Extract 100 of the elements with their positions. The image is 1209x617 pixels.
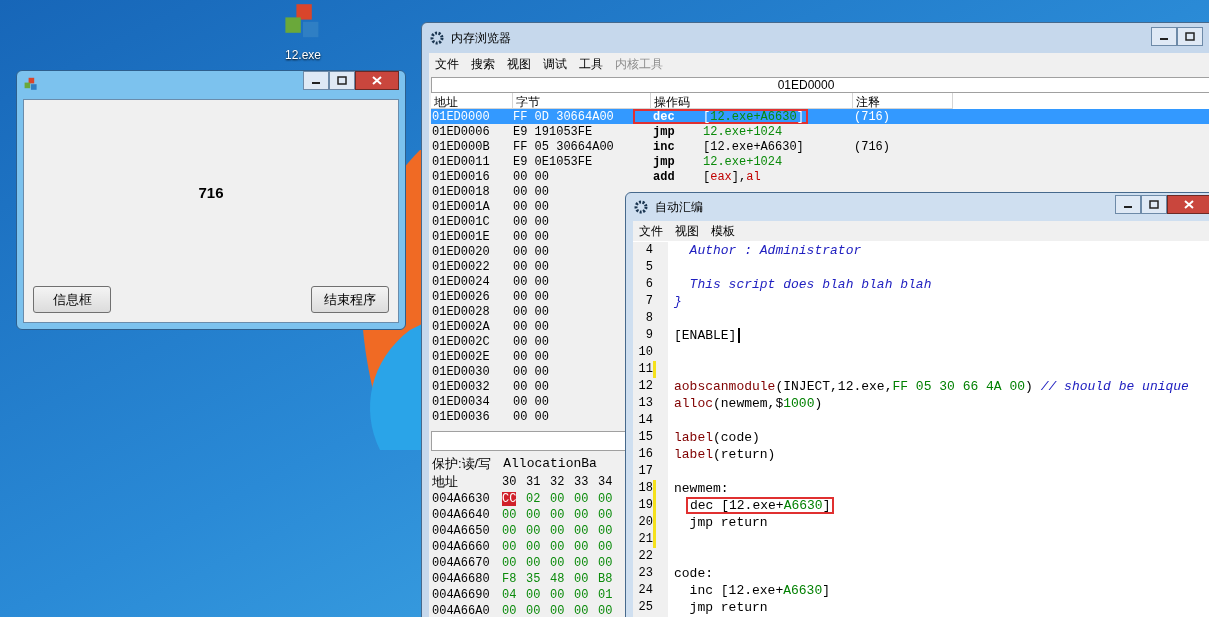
address-cell-text: 01ED0018: [431, 183, 491, 201]
maximize-icon: [1185, 32, 1195, 41]
code-line: label(code): [673, 429, 761, 446]
close-button[interactable]: [355, 71, 399, 90]
disassembly-row[interactable]: 01ED000B FF 05 30664A00 inc [12.exe+A6630] (716): [431, 139, 1209, 154]
bytes-cell-text: 00 00: [513, 258, 549, 276]
code-line: code:: [673, 565, 714, 582]
line-number: 17: [637, 463, 653, 480]
hex-address-cell-text: 004A6690: [432, 587, 491, 604]
line-number: 11: [637, 361, 653, 378]
disassembly-row[interactable]: 01ED0030 00 00: [431, 364, 549, 379]
disassembly-row[interactable]: 01ED001E 00 00: [431, 229, 549, 244]
hex-byte: 01: [598, 588, 613, 602]
dialog-button[interactable]: 信息框: [33, 286, 111, 313]
code-line: Author : Administrator: [688, 242, 863, 259]
desktop-icon-label[interactable]: 12.exe: [285, 46, 321, 64]
line-number: 24: [637, 582, 653, 599]
hex-byte: 00: [526, 508, 541, 522]
address-cell-text: 01ED002E: [431, 348, 491, 366]
disassembly-row[interactable]: 01ED0036 00 00: [431, 409, 549, 424]
hex-byte: 00: [550, 556, 565, 570]
hex-byte: 00: [526, 524, 541, 538]
maximize-button[interactable]: [329, 71, 355, 90]
line-number: 13: [637, 395, 653, 412]
hex-byte: 00: [574, 572, 589, 586]
disassembly-row[interactable]: 01ED0020 00 00: [431, 244, 549, 259]
code-line: jmp return: [688, 514, 769, 531]
protection-label: 保护:读/写: [432, 455, 492, 474]
hex-byte: 00: [574, 524, 589, 538]
close-button[interactable]: [1167, 195, 1209, 214]
hex-byte: 00: [502, 556, 517, 570]
disassembly-row[interactable]: 01ED0011 E9 0E1053FE jmp 12.exe+1024: [431, 154, 1209, 169]
minimize-button[interactable]: [1115, 195, 1141, 214]
disassembly-row[interactable]: 01ED0032 00 00: [431, 379, 549, 394]
disassembly-row[interactable]: 01ED001C 00 00: [431, 214, 549, 229]
code-line: This script does blah blah blah: [688, 276, 933, 293]
line-number: 12: [637, 378, 653, 395]
comment-cell-text: (716): [853, 108, 890, 126]
menu-item[interactable]: 文件: [435, 54, 459, 73]
maximize-button[interactable]: [1177, 27, 1203, 46]
disassembly-row[interactable]: 01ED0018 00 00: [431, 184, 549, 199]
disassembly-row[interactable]: 01ED0022 00 00: [431, 259, 549, 274]
minimize-button[interactable]: [1151, 27, 1177, 46]
hex-address-cell-text: 004A6650: [432, 523, 491, 540]
address-cell-text: 01ED002A: [431, 318, 491, 336]
maximize-button[interactable]: [1141, 195, 1167, 214]
address-cell-text: 01ED0032: [431, 378, 491, 396]
address-cell-text: 01ED0022: [431, 258, 491, 276]
line-number: 16: [637, 446, 653, 463]
dialog-button[interactable]: 结束程序: [311, 286, 389, 313]
menu-item[interactable]: 文件: [639, 222, 663, 240]
bytes-cell-text: FF 05 30664A00: [513, 138, 615, 156]
address-cell-text: 01ED0000: [431, 108, 491, 126]
menu-item[interactable]: 调试: [543, 54, 567, 73]
disassembly-row[interactable]: 01ED002E 00 00: [431, 349, 549, 364]
code-line: newmem:: [673, 480, 730, 497]
minimize-button[interactable]: [303, 71, 329, 90]
hex-byte: 00: [502, 524, 517, 538]
disassembly-row[interactable]: 01ED002A 00 00: [431, 319, 549, 334]
hex-byte: 00: [598, 556, 613, 570]
code-line: }: [673, 293, 683, 310]
hex-column-header: 33: [574, 474, 590, 491]
hex-byte: 00: [550, 604, 565, 617]
menu-item[interactable]: 视图: [675, 222, 699, 240]
address-cell-text: 01ED0036: [431, 408, 491, 426]
hex-byte: 00: [598, 492, 613, 506]
disassembly-row[interactable]: 01ED001A 00 00: [431, 199, 549, 214]
hex-byte: 00: [598, 524, 613, 538]
bytes-cell-text: 00 00: [513, 393, 549, 411]
hex-column-header: 32: [550, 474, 566, 491]
address-cell-text: 01ED0024: [431, 273, 491, 291]
input-field[interactable]: [431, 431, 626, 451]
hex-byte: 00: [574, 508, 589, 522]
line-number: 14: [637, 412, 653, 429]
disassembly-row[interactable]: 01ED0034 00 00: [431, 394, 549, 409]
hex-byte: 00: [502, 508, 517, 522]
line-number: 10: [637, 344, 653, 361]
disassembly-row[interactable]: 01ED0000 FF 0D 30664A00 dec [12.exe+A6630] (716): [431, 109, 1209, 124]
disassembly-row[interactable]: 01ED0026 00 00: [431, 289, 549, 304]
bytes-cell-text: 00 00: [513, 408, 549, 426]
disassembly-row[interactable]: 01ED0028 00 00: [431, 304, 549, 319]
hex-byte: 00: [526, 588, 541, 602]
hex-address-cell-text: 004A6640: [432, 507, 491, 524]
menu-item[interactable]: 模板: [711, 222, 735, 240]
menu-item[interactable]: 工具: [579, 54, 603, 73]
hex-byte: B8: [598, 572, 613, 586]
disassembly-row[interactable]: 01ED0024 00 00: [431, 274, 549, 289]
bytes-cell-text: 00 00: [513, 183, 549, 201]
disassembly-row[interactable]: 01ED0006 E9 191053FE jmp 12.exe+1024: [431, 124, 1209, 139]
hex-byte: 35: [526, 572, 541, 586]
hex-column-header: 31: [526, 474, 542, 491]
line-number: 6: [644, 276, 653, 293]
menu-item[interactable]: 搜索: [471, 54, 495, 73]
address-cell-text: 01ED0026: [431, 288, 491, 306]
hex-address-cell-text: 004A6630: [432, 491, 491, 508]
disassembly-row[interactable]: 01ED002C 00 00: [431, 334, 549, 349]
hex-address-cell-text: 004A66A0: [432, 603, 491, 617]
disassembly-row[interactable]: 01ED0016 00 00 add [eax],al: [431, 169, 1209, 184]
menu-item[interactable]: 视图: [507, 54, 531, 73]
address-cell-text: 01ED001C: [431, 213, 491, 231]
